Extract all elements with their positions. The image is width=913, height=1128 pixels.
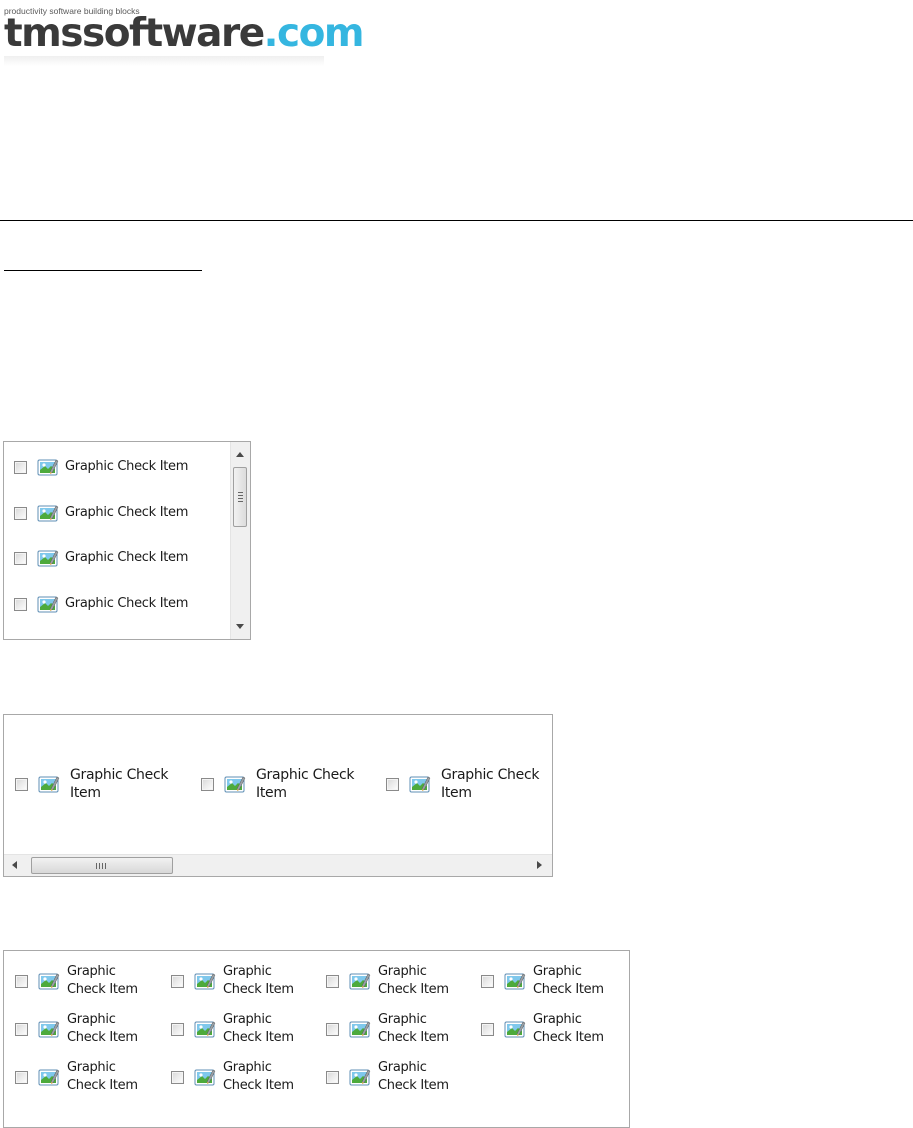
grip-line [105, 863, 106, 869]
list-item[interactable]: Graphic Check Item [15, 766, 180, 802]
item-checkbox[interactable] [14, 551, 27, 565]
picture-icon [349, 1021, 371, 1038]
item-checkbox[interactable] [15, 1022, 28, 1036]
list-item[interactable]: Graphic Check Item [171, 1059, 307, 1095]
item-checkbox[interactable] [326, 974, 339, 988]
item-label: Graphic Check Item [67, 1012, 138, 1045]
picture-icon [224, 776, 246, 793]
item-label: Graphic Check Item [441, 767, 540, 801]
picture-icon [349, 973, 371, 990]
item-checkbox[interactable] [15, 1070, 28, 1084]
item-label: Graphic Check Item [67, 964, 138, 997]
item-checkbox[interactable] [326, 1022, 339, 1036]
picture-icon [409, 776, 431, 793]
item-label: Graphic Check Item [65, 505, 189, 520]
scrollbar-thumb[interactable] [31, 857, 173, 874]
item-label: Graphic Check Item [65, 550, 189, 565]
item-label: Graphic Check Item [65, 596, 189, 611]
picture-icon [37, 505, 59, 522]
picture-icon [37, 596, 59, 613]
list-item[interactable]: Graphic Check Item [481, 963, 617, 999]
list-item[interactable]: Graphic Check Item [326, 1059, 462, 1095]
grip-line [238, 492, 243, 493]
picture-icon [37, 459, 59, 476]
logo-text-accent: .com [263, 11, 365, 56]
picture-icon [194, 973, 216, 990]
list-item[interactable]: Graphic Check Item [201, 766, 366, 802]
list-item[interactable]: Graphic Check Item [4, 503, 188, 523]
list-item[interactable]: Graphic Check Item [171, 1011, 307, 1047]
horizontal-scrollbar[interactable] [4, 854, 552, 876]
picture-icon [38, 1021, 60, 1038]
scroll-up-arrow-icon[interactable] [236, 452, 244, 457]
list-item[interactable]: Graphic Check Item [15, 1011, 151, 1047]
list-item[interactable]: Graphic Check Item [326, 1011, 462, 1047]
item-checkbox[interactable] [171, 1070, 184, 1084]
item-checkbox[interactable] [14, 506, 27, 520]
item-checkbox[interactable] [14, 597, 27, 611]
item-checkbox[interactable] [386, 777, 399, 791]
grip-line [238, 498, 243, 499]
picture-icon [38, 776, 60, 793]
item-label: Graphic Check Item [65, 459, 189, 474]
list-item[interactable]: Graphic Check Item [326, 963, 462, 999]
list-item[interactable]: Graphic Check Item [481, 1011, 617, 1047]
list-item[interactable]: Graphic Check Item [171, 963, 307, 999]
logo-reflection [4, 56, 324, 66]
picture-icon [349, 1069, 371, 1086]
scroll-left-arrow-icon[interactable] [12, 861, 17, 869]
item-checkbox[interactable] [201, 777, 214, 791]
list-item[interactable]: Graphic Check Item [4, 548, 188, 568]
logo-text-dark: tmssoftware [4, 11, 265, 56]
item-label: Graphic Check Item [378, 964, 449, 997]
item-checkbox[interactable] [326, 1070, 339, 1084]
item-checkbox[interactable] [15, 974, 28, 988]
grip-line [238, 501, 243, 502]
list-item[interactable]: Graphic Check Item [4, 457, 188, 477]
scrollbar-thumb[interactable] [233, 467, 247, 527]
item-label: Graphic Check Item [67, 1060, 138, 1093]
item-checkbox[interactable] [171, 1022, 184, 1036]
grip-line [238, 495, 243, 496]
item-checkbox[interactable] [481, 974, 494, 988]
tms-logo: productivity software building blocks tm… [4, 4, 365, 66]
list-item[interactable]: Graphic Check Item [386, 766, 551, 802]
item-checkbox[interactable] [171, 974, 184, 988]
scroll-right-arrow-icon[interactable] [537, 861, 542, 869]
list-item[interactable]: Graphic Check Item [4, 594, 188, 614]
item-checkbox[interactable] [481, 1022, 494, 1036]
picture-icon [504, 973, 526, 990]
item-label: Graphic Check Item [223, 964, 294, 997]
item-label: Graphic Check Item [533, 964, 604, 997]
picture-icon [38, 973, 60, 990]
horizontal-divider [0, 220, 913, 221]
logo-wordmark: tmssoftware.com [4, 11, 365, 56]
list-item[interactable]: Graphic Check Item [15, 963, 151, 999]
scroll-down-arrow-icon[interactable] [236, 624, 244, 629]
item-label: Graphic Check Item [378, 1060, 449, 1093]
vertical-scrollbar[interactable] [230, 442, 250, 639]
item-label: Graphic Check Item [256, 767, 355, 801]
horizontal-check-list[interactable]: Graphic Check Item Graphic Check Item Gr… [3, 714, 553, 877]
item-label: Graphic Check Item [70, 767, 169, 801]
item-checkbox[interactable] [15, 777, 28, 791]
picture-icon [194, 1069, 216, 1086]
item-checkbox[interactable] [14, 460, 27, 474]
picture-icon [194, 1021, 216, 1038]
item-label: Graphic Check Item [223, 1060, 294, 1093]
grip-line [102, 863, 103, 869]
picture-icon [504, 1021, 526, 1038]
picture-icon [37, 550, 59, 567]
heading-underline [4, 270, 202, 271]
grip-line [96, 863, 97, 869]
item-label: Graphic Check Item [378, 1012, 449, 1045]
picture-icon [38, 1069, 60, 1086]
vertical-check-list[interactable]: Graphic Check Item Graphic Check Item Gr… [3, 441, 251, 640]
grid-check-list[interactable]: Graphic Check Item Graphic Check Item Gr… [3, 950, 630, 1128]
grip-line [99, 863, 100, 869]
list-item[interactable]: Graphic Check Item [15, 1059, 151, 1095]
item-label: Graphic Check Item [223, 1012, 294, 1045]
item-label: Graphic Check Item [533, 1012, 604, 1045]
